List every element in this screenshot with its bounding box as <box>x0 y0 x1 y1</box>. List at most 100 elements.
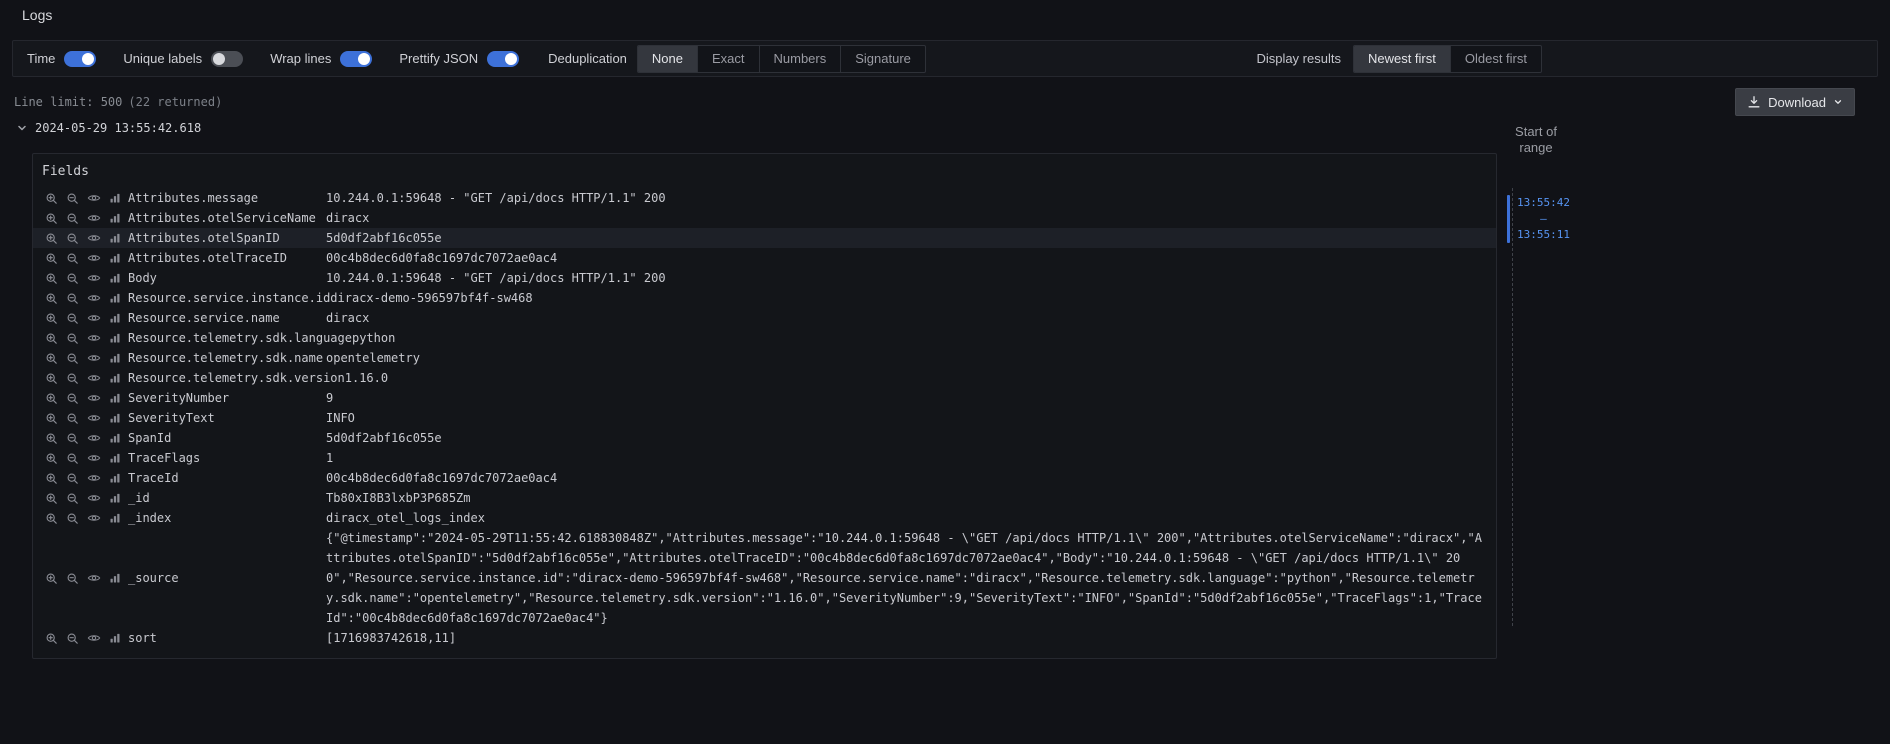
show-statistics-button[interactable] <box>104 369 125 387</box>
toggle-visibility-button[interactable] <box>83 189 104 207</box>
field-value: diracx <box>326 308 1488 328</box>
dedup-option-2[interactable]: Numbers <box>759 46 841 72</box>
toggle-visibility-button[interactable] <box>83 429 104 447</box>
toggle-visibility-button[interactable] <box>83 629 104 647</box>
filter-out-value-button[interactable] <box>62 349 83 367</box>
show-statistics-button[interactable] <box>104 509 125 527</box>
download-button[interactable]: Download <box>1735 88 1855 116</box>
display-option-1[interactable]: Oldest first <box>1450 46 1541 72</box>
show-statistics-button[interactable] <box>104 229 125 247</box>
toggle-visibility-button[interactable] <box>83 309 104 327</box>
filter-out-value-button[interactable] <box>62 369 83 387</box>
row-actions <box>41 349 128 367</box>
filter-out-value-button[interactable] <box>62 309 83 327</box>
show-statistics-button[interactable] <box>104 469 125 487</box>
filter-out-value-button[interactable] <box>62 489 83 507</box>
show-statistics-button[interactable] <box>104 189 125 207</box>
filter-for-value-button[interactable] <box>41 449 62 467</box>
filter-for-value-button[interactable] <box>41 509 62 527</box>
filter-for-value-button[interactable] <box>41 189 62 207</box>
filter-for-value-button[interactable] <box>41 249 62 267</box>
dedup-option-0[interactable]: None <box>638 46 697 72</box>
filter-for-value-button[interactable] <box>41 329 62 347</box>
toggle-visibility-button[interactable] <box>83 409 104 427</box>
filter-out-value-button[interactable] <box>62 329 83 347</box>
filter-out-value-button[interactable] <box>62 469 83 487</box>
filter-for-value-button[interactable] <box>41 229 62 247</box>
show-statistics-button[interactable] <box>104 249 125 267</box>
show-statistics-button[interactable] <box>104 409 125 427</box>
bar-chart-icon <box>109 452 121 464</box>
toggle-visibility-button[interactable] <box>83 249 104 267</box>
filter-for-value-button[interactable] <box>41 209 62 227</box>
field-name: _index <box>128 508 326 528</box>
show-statistics-button[interactable] <box>104 489 125 507</box>
filter-out-value-button[interactable] <box>62 409 83 427</box>
toggle-visibility-button[interactable] <box>83 509 104 527</box>
filter-for-value-button[interactable] <box>41 289 62 307</box>
filter-for-value-button[interactable] <box>41 409 62 427</box>
magnifier-minus-icon <box>66 192 79 205</box>
toggle-visibility-button[interactable] <box>83 369 104 387</box>
filter-for-value-button[interactable] <box>41 389 62 407</box>
filter-out-value-button[interactable] <box>62 449 83 467</box>
dedup-option-1[interactable]: Exact <box>697 46 759 72</box>
display-results-group: Newest first Oldest first <box>1353 45 1542 73</box>
filter-for-value-button[interactable] <box>41 309 62 327</box>
display-option-0[interactable]: Newest first <box>1354 46 1450 72</box>
toggle-visibility-button[interactable] <box>83 229 104 247</box>
toggle-visibility-button[interactable] <box>83 449 104 467</box>
filter-for-value-button[interactable] <box>41 569 62 587</box>
filter-for-value-button[interactable] <box>41 269 62 287</box>
toggle-visibility-button[interactable] <box>83 349 104 367</box>
filter-out-value-button[interactable] <box>62 289 83 307</box>
toggle-visibility-button[interactable] <box>83 269 104 287</box>
filter-for-value-button[interactable] <box>41 429 62 447</box>
show-statistics-button[interactable] <box>104 569 125 587</box>
show-statistics-button[interactable] <box>104 309 125 327</box>
bar-chart-icon <box>109 332 121 344</box>
show-statistics-button[interactable] <box>104 629 125 647</box>
filter-out-value-button[interactable] <box>62 429 83 447</box>
show-statistics-button[interactable] <box>104 209 125 227</box>
toggle-switch-2[interactable] <box>340 51 372 67</box>
filter-out-value-button[interactable] <box>62 389 83 407</box>
show-statistics-button[interactable] <box>104 289 125 307</box>
toggle-visibility-button[interactable] <box>83 569 104 587</box>
toggle-visibility-button[interactable] <box>83 329 104 347</box>
filter-for-value-button[interactable] <box>41 369 62 387</box>
magnifier-plus-icon <box>45 512 58 525</box>
filter-out-value-button[interactable] <box>62 189 83 207</box>
field-value: 00c4b8dec6d0fa8c1697dc7072ae0ac4 <box>326 248 1488 268</box>
bar-chart-icon <box>109 252 121 264</box>
filter-out-value-button[interactable] <box>62 509 83 527</box>
show-statistics-button[interactable] <box>104 329 125 347</box>
filter-for-value-button[interactable] <box>41 629 62 647</box>
toggle-visibility-button[interactable] <box>83 489 104 507</box>
toggle-switch-1[interactable] <box>211 51 243 67</box>
eye-icon <box>87 411 101 425</box>
show-statistics-button[interactable] <box>104 429 125 447</box>
filter-for-value-button[interactable] <box>41 489 62 507</box>
show-statistics-button[interactable] <box>104 449 125 467</box>
filter-out-value-button[interactable] <box>62 249 83 267</box>
toggle-switch-3[interactable] <box>487 51 519 67</box>
filter-out-value-button[interactable] <box>62 209 83 227</box>
dedup-option-3[interactable]: Signature <box>840 46 925 72</box>
show-statistics-button[interactable] <box>104 269 125 287</box>
filter-for-value-button[interactable] <box>41 469 62 487</box>
toggle-visibility-button[interactable] <box>83 289 104 307</box>
toggle-switch-0[interactable] <box>64 51 96 67</box>
toggle-visibility-button[interactable] <box>83 469 104 487</box>
show-statistics-button[interactable] <box>104 349 125 367</box>
show-statistics-button[interactable] <box>104 389 125 407</box>
log-row-header[interactable]: 2024-05-29 13:55:42.618 <box>16 121 201 135</box>
filter-out-value-button[interactable] <box>62 569 83 587</box>
filter-for-value-button[interactable] <box>41 349 62 367</box>
filter-out-value-button[interactable] <box>62 269 83 287</box>
toggle-visibility-button[interactable] <box>83 209 104 227</box>
filter-out-value-button[interactable] <box>62 229 83 247</box>
toggle-visibility-button[interactable] <box>83 389 104 407</box>
eye-icon <box>87 251 101 265</box>
filter-out-value-button[interactable] <box>62 629 83 647</box>
